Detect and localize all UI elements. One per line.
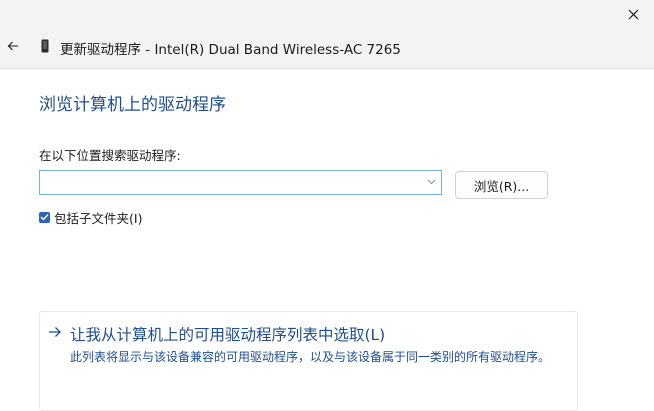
dialog-content: 浏览计算机上的驱动程序 在以下位置搜索驱动程序: 浏览(R)... 包括子文件夹… [0, 69, 654, 411]
include-subfolders-label: 包括子文件夹(I) [54, 210, 143, 226]
browse-button[interactable]: 浏览(R)... [455, 171, 548, 199]
path-input[interactable] [40, 171, 420, 194]
back-arrow-icon [7, 41, 18, 51]
pick-from-list-description: 此列表将显示与该设备兼容的可用驱动程序，以及与该设备属于同一类别的所有驱动程序。 [70, 350, 551, 364]
include-subfolders-option[interactable]: 包括子文件夹(I) [39, 209, 143, 226]
search-location-label: 在以下位置搜索驱动程序: [39, 148, 181, 163]
include-subfolders-checkbox[interactable] [39, 211, 50, 223]
window-title: 更新驱动程序 - Intel(R) Dual Band Wireless-AC … [60, 42, 401, 58]
device-icon [41, 39, 49, 53]
back-button[interactable] [4, 36, 22, 56]
close-button[interactable] [620, 2, 646, 26]
path-combobox[interactable] [39, 170, 442, 195]
chevron-down-icon[interactable] [427, 179, 436, 185]
right-arrow-icon [49, 327, 61, 337]
pick-from-list-option[interactable]: 让我从计算机上的可用驱动程序列表中选取(L) 此列表将显示与该设备兼容的可用驱动… [39, 311, 578, 411]
check-icon [40, 214, 49, 221]
title-bar: 更新驱动程序 - Intel(R) Dual Band Wireless-AC … [0, 0, 654, 69]
page-heading: 浏览计算机上的驱动程序 [39, 95, 226, 115]
close-icon [628, 9, 638, 19]
pick-from-list-title[interactable]: 让我从计算机上的可用驱动程序列表中选取(L) [70, 323, 385, 345]
